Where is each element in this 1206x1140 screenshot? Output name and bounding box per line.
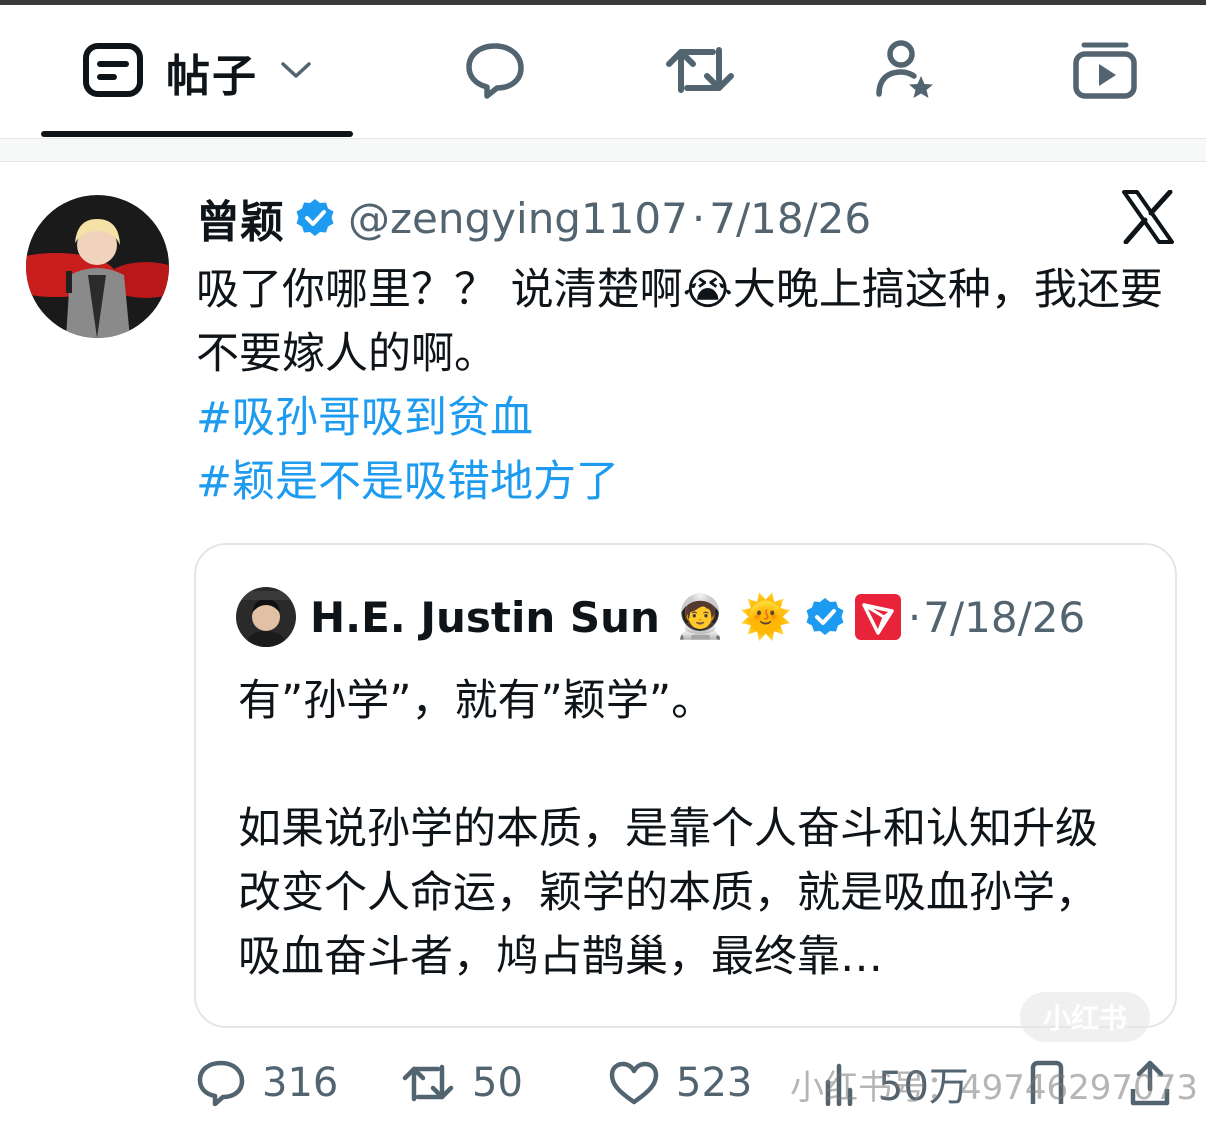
posts-icon: [82, 42, 144, 102]
tab-bar: 帖子: [0, 5, 1206, 139]
quoted-tweet-text: 有”孙学”，就有”颖学”。 如果说孙学的本质，是靠个人奋斗和认知升级改变个人命运…: [238, 676, 1098, 982]
avatar[interactable]: [26, 195, 169, 338]
reply-bubble-icon: [463, 40, 527, 104]
heart-icon: [609, 1061, 659, 1105]
author-name[interactable]: 曾颖: [196, 186, 284, 250]
tweet-date[interactable]: 7/18/26: [709, 194, 871, 243]
tab-reposts[interactable]: [645, 5, 755, 138]
quoted-tweet-header: H.E. Justin Sun 🧑‍🚀 🌞 · 7/18/26: [236, 585, 1085, 649]
tweet-text: 吸了你哪里？？ 说清楚啊😭大晚上搞这种，我还要不要嫁人的啊。: [196, 265, 1163, 379]
person-star-icon: [873, 38, 937, 106]
tweet-header: 曾颖 @zengying1107 · 7/18/26: [196, 186, 871, 250]
repost-icon: [663, 42, 737, 102]
quoted-tweet-date: 7/18/26: [923, 592, 1086, 642]
author-handle[interactable]: @zengying1107: [348, 194, 688, 243]
quoted-author-emojis: 🧑‍🚀 🌞: [673, 592, 792, 641]
quoted-tweet-card[interactable]: H.E. Justin Sun 🧑‍🚀 🌞 · 7/18/26 有”孙学”，就有…: [194, 543, 1177, 1028]
reply-count: 316: [262, 1060, 339, 1106]
repost-count: 50: [472, 1060, 523, 1106]
quoted-author-name: H.E. Justin Sun: [310, 592, 660, 642]
tweet-body: 吸了你哪里？？ 说清楚啊😭大晚上搞这种，我还要不要嫁人的啊。 #吸孙哥吸到贫血 …: [196, 258, 1186, 514]
header-separator: ·: [691, 193, 706, 243]
reply-icon: [197, 1060, 245, 1107]
hashtag-link[interactable]: #吸孙哥吸到贫血: [196, 386, 1186, 450]
tab-media[interactable]: [1050, 5, 1160, 138]
reply-button[interactable]: 316: [196, 1050, 338, 1116]
watermark-badge: 小红书: [1020, 992, 1150, 1042]
repost-button[interactable]: 50: [400, 1050, 523, 1116]
verified-badge-icon: [294, 197, 336, 239]
section-divider: [0, 139, 1206, 162]
quoted-author-avatar: [236, 587, 296, 647]
chevron-down-icon[interactable]: [280, 60, 312, 84]
tab-subscriptions[interactable]: [850, 5, 960, 138]
tron-affiliate-icon: [854, 593, 902, 641]
active-tab-indicator: [41, 131, 353, 137]
like-count: 523: [676, 1060, 753, 1106]
hashtag-link[interactable]: #颖是不是吸错地方了: [196, 450, 1186, 514]
tab-replies[interactable]: [440, 5, 550, 138]
tab-posts[interactable]: 帖子: [40, 5, 354, 138]
x-logo-icon: [1120, 189, 1176, 245]
verified-badge-icon: [804, 596, 846, 638]
watermark-id: 小红书号：49746297073: [790, 1068, 1198, 1108]
video-collection-icon: [1072, 40, 1138, 104]
quoted-separator: ·: [907, 592, 922, 642]
repost-icon: [402, 1064, 454, 1102]
tab-posts-label: 帖子: [166, 50, 258, 102]
like-button[interactable]: 523: [608, 1050, 752, 1116]
